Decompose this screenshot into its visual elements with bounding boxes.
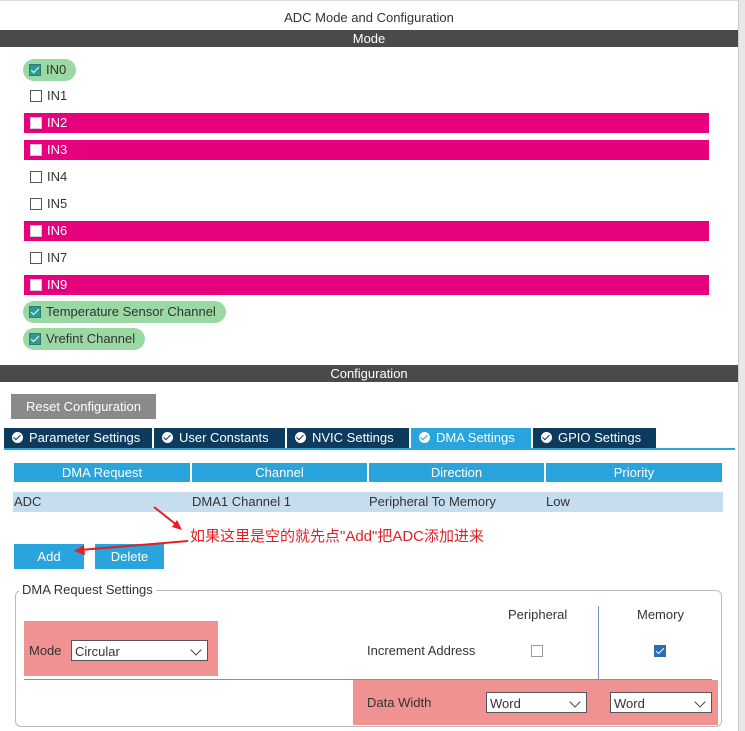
memory-column-label: Memory [637,607,684,622]
dma-request-settings-legend: DMA Request Settings [19,582,156,597]
data-width-label: Data Width [367,695,432,710]
chevron-down-icon [569,696,581,708]
increment-peripheral-checkbox[interactable] [531,645,543,657]
peripheral-column-label: Peripheral [508,607,568,622]
arrow-to-add-icon [79,540,189,551]
increment-memory-checkbox[interactable] [654,645,666,657]
select-value: Word [614,696,645,711]
arrow-to-table-icon [153,506,179,527]
mode-label: Mode [29,643,62,658]
annotation-text: 如果这里是空的就先点"Add"把ADC添加进来 [190,528,485,545]
mode-select[interactable]: Circular [71,640,208,661]
data-width-memory-select[interactable]: Word [610,692,712,713]
chevron-down-icon [190,644,202,656]
mode-select-value: Circular [75,644,120,659]
select-value: Word [490,696,521,711]
increment-address-label: Increment Address [367,643,476,658]
data-width-peripheral-select[interactable]: Word [486,692,587,713]
chevron-down-icon [694,696,706,708]
arrowhead-icon [74,545,85,555]
